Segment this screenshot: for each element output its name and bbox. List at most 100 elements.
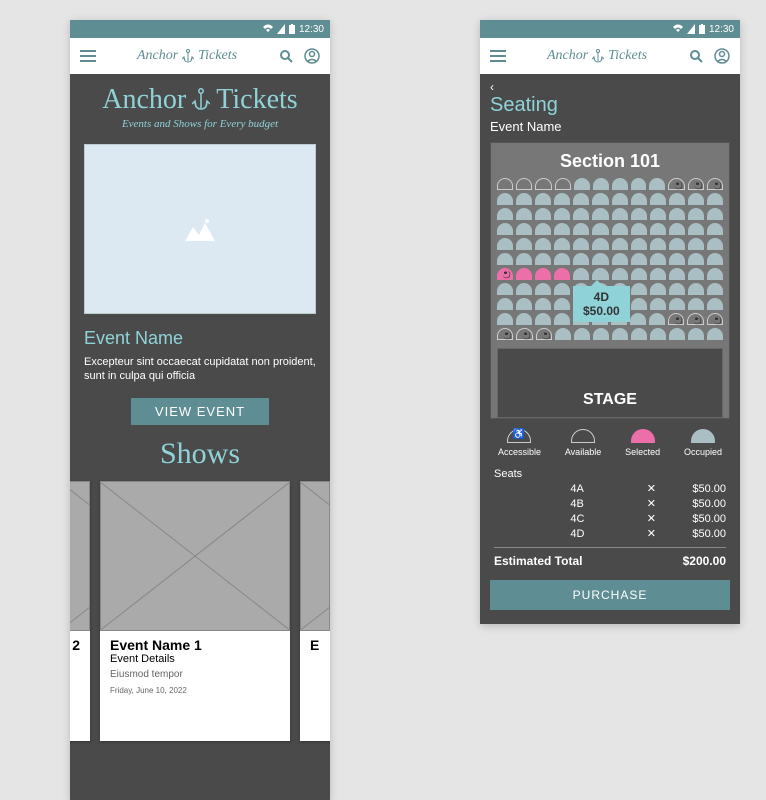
seat-accessible[interactable] xyxy=(516,328,532,340)
seat[interactable] xyxy=(612,208,628,220)
seat[interactable] xyxy=(592,193,608,205)
seat[interactable] xyxy=(650,328,666,340)
seat[interactable] xyxy=(497,298,513,310)
seat[interactable] xyxy=(631,193,647,205)
seat[interactable] xyxy=(516,238,532,250)
seat[interactable] xyxy=(669,208,685,220)
seat[interactable] xyxy=(593,328,609,340)
seat[interactable] xyxy=(497,253,513,265)
seat[interactable] xyxy=(650,268,666,280)
seat[interactable] xyxy=(612,223,628,235)
seat[interactable] xyxy=(497,283,513,295)
seat[interactable] xyxy=(669,253,685,265)
seat-accessible[interactable] xyxy=(668,313,684,325)
seat[interactable] xyxy=(631,298,647,310)
seat[interactable] xyxy=(707,283,723,295)
seat[interactable] xyxy=(573,208,589,220)
seat[interactable] xyxy=(554,283,570,295)
seat[interactable] xyxy=(631,268,647,280)
seat[interactable] xyxy=(631,238,647,250)
seat[interactable] xyxy=(535,238,551,250)
seat[interactable] xyxy=(612,268,628,280)
seat[interactable] xyxy=(707,208,723,220)
seat[interactable] xyxy=(554,238,570,250)
seat[interactable] xyxy=(650,238,666,250)
seat[interactable] xyxy=(497,193,513,205)
seat[interactable] xyxy=(707,253,723,265)
seat[interactable] xyxy=(649,178,665,190)
seat[interactable] xyxy=(650,223,666,235)
seat[interactable] xyxy=(669,268,685,280)
seat[interactable] xyxy=(555,328,571,340)
seat[interactable] xyxy=(669,298,685,310)
seat[interactable] xyxy=(535,253,551,265)
seat[interactable] xyxy=(497,238,513,250)
search-icon[interactable] xyxy=(686,46,706,66)
seat-accessible[interactable] xyxy=(688,178,704,190)
remove-seat-icon[interactable]: ✕ xyxy=(647,497,656,510)
remove-seat-icon[interactable]: ✕ xyxy=(647,527,656,540)
seat[interactable] xyxy=(554,223,570,235)
seat[interactable] xyxy=(554,298,570,310)
seat[interactable] xyxy=(688,268,704,280)
seat[interactable] xyxy=(707,223,723,235)
seat[interactable] xyxy=(573,253,589,265)
seat[interactable] xyxy=(631,328,647,340)
remove-seat-icon[interactable]: ✕ xyxy=(647,512,656,525)
shows-carousel[interactable]: 2 Event Name 1 Event Details Eiusmod tem… xyxy=(70,481,330,741)
seat[interactable] xyxy=(612,328,628,340)
seat[interactable] xyxy=(612,253,628,265)
seat[interactable] xyxy=(592,253,608,265)
seat[interactable] xyxy=(555,178,571,190)
seat[interactable] xyxy=(707,268,723,280)
seat[interactable] xyxy=(554,208,570,220)
seat[interactable] xyxy=(497,208,513,220)
search-icon[interactable] xyxy=(276,46,296,66)
seat[interactable] xyxy=(516,178,532,190)
seat-selected[interactable] xyxy=(497,268,513,280)
seat[interactable] xyxy=(573,223,589,235)
seat-accessible[interactable] xyxy=(707,178,723,190)
seat[interactable] xyxy=(612,193,628,205)
seat[interactable] xyxy=(669,328,685,340)
seat[interactable] xyxy=(631,283,647,295)
seat[interactable] xyxy=(497,223,513,235)
menu-icon[interactable] xyxy=(78,46,98,66)
seat[interactable] xyxy=(516,298,532,310)
seat[interactable] xyxy=(688,193,704,205)
seat[interactable] xyxy=(554,253,570,265)
show-card-partial[interactable]: E xyxy=(300,481,330,741)
seat-selected[interactable] xyxy=(554,268,570,280)
seat[interactable] xyxy=(669,283,685,295)
seat[interactable] xyxy=(535,313,551,325)
seat[interactable] xyxy=(574,178,590,190)
remove-seat-icon[interactable]: ✕ xyxy=(647,482,656,495)
seat[interactable] xyxy=(688,208,704,220)
view-event-button[interactable]: VIEW EVENT xyxy=(131,398,269,425)
seat[interactable] xyxy=(535,223,551,235)
seat[interactable] xyxy=(631,208,647,220)
show-card[interactable]: Event Name 1 Event Details Eiusmod tempo… xyxy=(100,481,290,741)
seat[interactable] xyxy=(688,223,704,235)
seat[interactable] xyxy=(497,178,513,190)
seat[interactable] xyxy=(650,298,666,310)
seat[interactable] xyxy=(516,253,532,265)
menu-icon[interactable] xyxy=(488,46,508,66)
seat[interactable] xyxy=(554,313,570,325)
seat[interactable] xyxy=(573,238,589,250)
seat[interactable] xyxy=(612,178,628,190)
account-icon[interactable] xyxy=(712,46,732,66)
seat[interactable] xyxy=(669,238,685,250)
seat-accessible[interactable] xyxy=(668,178,684,190)
seat[interactable] xyxy=(688,328,704,340)
seat-accessible[interactable] xyxy=(707,313,723,325)
seat-selected[interactable] xyxy=(535,268,551,280)
seat[interactable] xyxy=(631,253,647,265)
back-button[interactable]: ‹ xyxy=(480,74,740,94)
seat[interactable] xyxy=(535,298,551,310)
seat[interactable] xyxy=(707,238,723,250)
seat[interactable] xyxy=(535,208,551,220)
seat[interactable] xyxy=(554,193,570,205)
seat-accessible[interactable] xyxy=(497,328,513,340)
seat[interactable] xyxy=(707,328,723,340)
